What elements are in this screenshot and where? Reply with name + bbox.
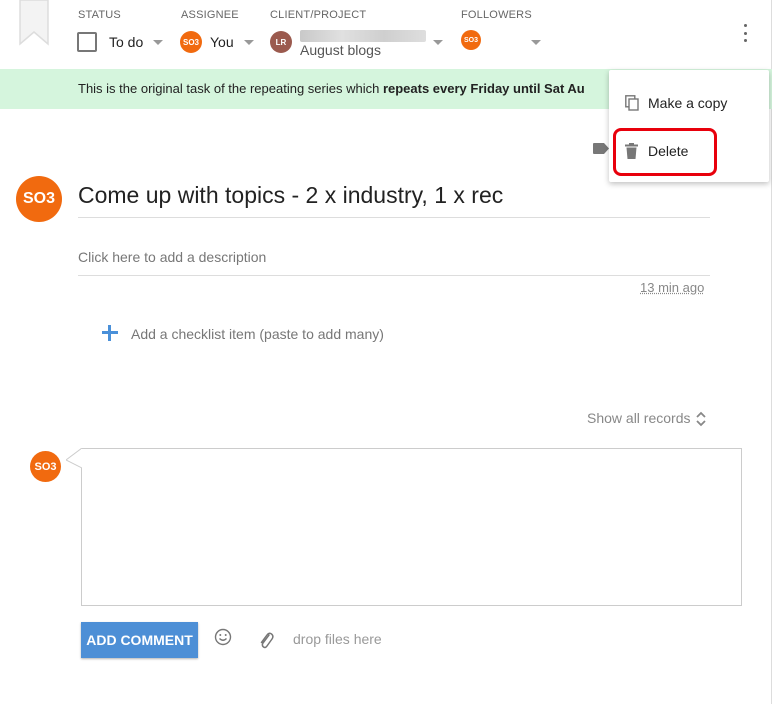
client-project-dropdown[interactable]: LR bbox=[270, 30, 292, 54]
status-checkbox[interactable] bbox=[77, 32, 97, 52]
plus-icon[interactable] bbox=[102, 325, 118, 341]
chevron-down-icon[interactable] bbox=[531, 40, 541, 45]
followers-label: FOLLOWERS bbox=[461, 9, 532, 21]
paperclip-icon[interactable] bbox=[258, 630, 274, 650]
avatar: SO3 bbox=[180, 31, 202, 53]
add-comment-button[interactable]: ADD COMMENT bbox=[81, 622, 198, 658]
avatar: SO3 bbox=[30, 451, 61, 482]
assignee-dropdown[interactable]: SO3 You bbox=[180, 30, 254, 54]
description-field[interactable]: Click here to add a description bbox=[78, 249, 266, 265]
unfold-icon[interactable] bbox=[695, 410, 707, 428]
divider bbox=[78, 275, 710, 276]
vertical-dots-icon[interactable] bbox=[742, 24, 748, 42]
make-copy-menu-item[interactable]: Make a copy bbox=[609, 83, 769, 123]
status-value: To do bbox=[109, 34, 144, 50]
show-all-records-link[interactable]: Show all records bbox=[587, 410, 691, 426]
project-value: August blogs bbox=[300, 42, 381, 58]
tag-icon[interactable] bbox=[593, 143, 609, 154]
followers-dropdown[interactable]: SO3 bbox=[461, 28, 481, 52]
make-copy-label: Make a copy bbox=[648, 95, 728, 111]
comment-input[interactable] bbox=[81, 448, 742, 606]
banner-bold-text: repeats every Friday until Sat Au bbox=[382, 81, 585, 96]
delete-highlight-annotation bbox=[613, 128, 717, 176]
avatar: SO3 bbox=[16, 176, 62, 222]
chevron-down-icon bbox=[243, 39, 254, 45]
add-checklist-item[interactable]: Add a checklist item (paste to add many) bbox=[131, 326, 384, 342]
avatar: LR bbox=[270, 31, 292, 53]
status-label: STATUS bbox=[78, 9, 121, 21]
assignee-label: ASSIGNEE bbox=[181, 9, 239, 21]
status-dropdown[interactable]: To do bbox=[77, 30, 164, 54]
timestamp: 13 min ago bbox=[640, 280, 705, 295]
avatar: SO3 bbox=[461, 30, 481, 50]
emoji-icon[interactable] bbox=[214, 628, 232, 646]
client-project-label: CLIENT/PROJECT bbox=[270, 9, 367, 21]
copy-icon bbox=[625, 95, 639, 111]
drop-files-hint: drop files here bbox=[293, 631, 382, 647]
divider bbox=[78, 217, 710, 218]
bookmark-icon[interactable] bbox=[18, 0, 50, 46]
assignee-value: You bbox=[210, 34, 234, 50]
client-name-redacted bbox=[300, 30, 426, 42]
task-detail-panel: STATUS To do ASSIGNEE SO3 You CLIENT/PRO… bbox=[0, 0, 772, 704]
chevron-down-icon bbox=[153, 39, 164, 45]
comment-pointer bbox=[66, 448, 82, 468]
task-title[interactable]: Come up with topics - 2 x industry, 1 x … bbox=[78, 182, 503, 209]
banner-text: This is the original task of the repeati… bbox=[78, 81, 383, 96]
chevron-down-icon[interactable] bbox=[433, 40, 443, 45]
